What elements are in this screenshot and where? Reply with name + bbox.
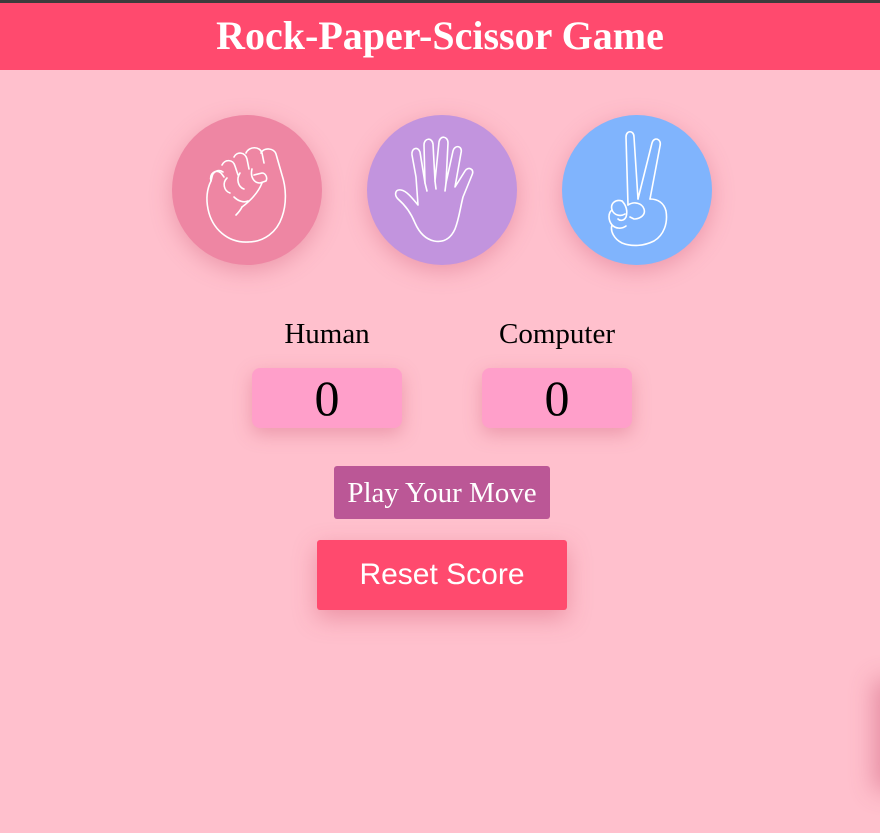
page-title: Rock-Paper-Scissor Game bbox=[216, 12, 664, 58]
play-your-move-button[interactable]: Play Your Move bbox=[334, 466, 550, 519]
peace-hand-icon bbox=[608, 130, 668, 247]
rock-choice-button[interactable] bbox=[172, 115, 322, 265]
open-hand-icon bbox=[394, 136, 474, 243]
human-score-value: 0 bbox=[252, 368, 402, 428]
header-bar: Rock-Paper-Scissor Game bbox=[0, 3, 880, 70]
fist-icon bbox=[206, 146, 287, 243]
computer-score-value: 0 bbox=[482, 368, 632, 428]
computer-score-label: Computer bbox=[499, 318, 615, 350]
human-score-label: Human bbox=[284, 318, 370, 350]
paper-choice-button[interactable] bbox=[367, 115, 517, 265]
reset-score-button[interactable]: Reset Score bbox=[317, 540, 567, 610]
scissor-choice-button[interactable] bbox=[562, 115, 712, 265]
